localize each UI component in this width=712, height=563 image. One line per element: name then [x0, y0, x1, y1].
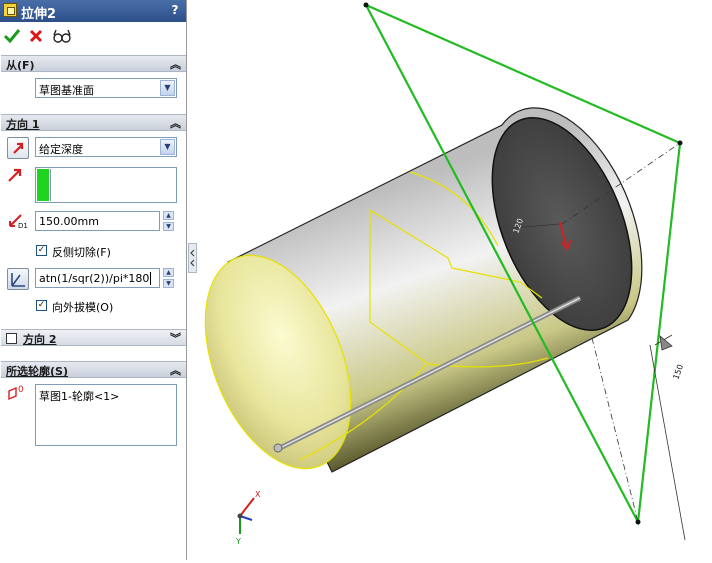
depth-value: 150.00mm [39, 215, 99, 228]
svg-text:D1: D1 [18, 222, 28, 230]
help-button[interactable]: ? [169, 3, 181, 18]
reference-triad: X Y [235, 490, 261, 546]
property-manager-title-bar: 拉伸2 ? [0, 0, 186, 22]
graphics-viewport[interactable]: 120 150 X Y [188, 0, 712, 560]
collapse-chevron-icon[interactable]: ︽ [170, 56, 181, 72]
chevron-down-icon[interactable]: ▼ [160, 80, 175, 96]
preview-button[interactable] [52, 26, 72, 46]
triad-y-label: Y [235, 537, 241, 546]
selected-contours-section-title: 所选轮廓(S) [6, 365, 68, 378]
spin-down-icon[interactable]: ▼ [163, 279, 174, 288]
depth-input[interactable]: 150.00mm [35, 211, 160, 231]
dimension-label[interactable]: 150 [671, 363, 685, 380]
draft-outward-label: 向外拔模(O) [52, 301, 114, 314]
ok-button[interactable] [2, 26, 22, 46]
collapse-chevron-icon[interactable]: ︽ [170, 115, 181, 131]
action-toolbar [0, 24, 186, 50]
x-icon [29, 29, 43, 43]
depth-spinner[interactable]: ▲ ▼ [163, 211, 174, 231]
spin-up-icon[interactable]: ▲ [163, 211, 174, 220]
triad-x-label: X [255, 490, 261, 499]
collapse-chevron-icon[interactable]: ︽ [170, 362, 181, 378]
direction2-section-title: 方向 2 [23, 333, 57, 346]
spin-down-icon[interactable]: ▼ [163, 222, 174, 231]
draft-angle-spinner[interactable]: ▲ ▼ [163, 268, 174, 288]
cancel-button[interactable] [26, 26, 46, 46]
draft-angle-input[interactable]: atn(1/sqr(2))/pi*180 [35, 268, 160, 288]
selection-color-swatch [37, 169, 49, 201]
depth-dimension-icon: D1 [9, 214, 28, 230]
direction2-section-header[interactable]: 方向 2 ︾ [1, 329, 186, 346]
glasses-icon [53, 29, 71, 43]
model-view: 120 150 X Y [204, 2, 686, 546]
draft-angle-value: atn(1/sqr(2))/pi*180 [39, 272, 152, 285]
spin-up-icon[interactable]: ▲ [163, 268, 174, 277]
selected-contours-list[interactable]: 草图1-轮廓<1> [35, 384, 177, 446]
list-item[interactable]: 草图1-轮廓<1> [39, 388, 119, 404]
flip-side-to-cut-label: 反侧切除(F) [52, 246, 111, 259]
chevron-down-icon[interactable]: ▼ [160, 139, 175, 155]
feature-title: 拉伸2 [21, 7, 57, 22]
property-manager-panel: 拉伸2 ? 从(F) ︽ 草图基准面 ▼ 方向 1 ︽ 给定深度 ▼ D1 15… [0, 0, 187, 560]
direction-arrow-icon [8, 168, 22, 182]
start-condition-value: 草图基准面 [39, 84, 94, 97]
from-section-title: 从(F) [6, 59, 35, 72]
extrude-cut-icon [3, 3, 17, 17]
reverse-direction-button[interactable] [7, 137, 29, 159]
svg-text:0: 0 [18, 385, 24, 395]
end-condition-value: 给定深度 [39, 143, 83, 156]
contour-selection-icon: 0 [8, 385, 24, 401]
start-condition-select[interactable]: 草图基准面 ▼ [35, 78, 177, 98]
direction2-checkbox[interactable] [6, 333, 17, 344]
expand-chevron-icon[interactable]: ︾ [170, 330, 181, 346]
direction1-section-header[interactable]: 方向 1 ︽ [1, 114, 186, 131]
checkmark-icon [3, 29, 21, 44]
direction1-section-title: 方向 1 [6, 118, 40, 131]
draft-toggle-button[interactable] [7, 268, 29, 290]
direction-reference-box[interactable] [35, 167, 177, 203]
draft-angle-icon [11, 273, 25, 287]
end-condition-select[interactable]: 给定深度 ▼ [35, 137, 177, 157]
checkbox-checked-icon[interactable]: ✓ [36, 300, 47, 311]
selected-contours-section-header[interactable]: 所选轮廓(S) ︽ [1, 361, 186, 378]
from-section-header[interactable]: 从(F) ︽ [1, 55, 186, 72]
reverse-arrow-icon [13, 142, 24, 154]
checkbox-checked-icon[interactable]: ✓ [36, 245, 47, 256]
